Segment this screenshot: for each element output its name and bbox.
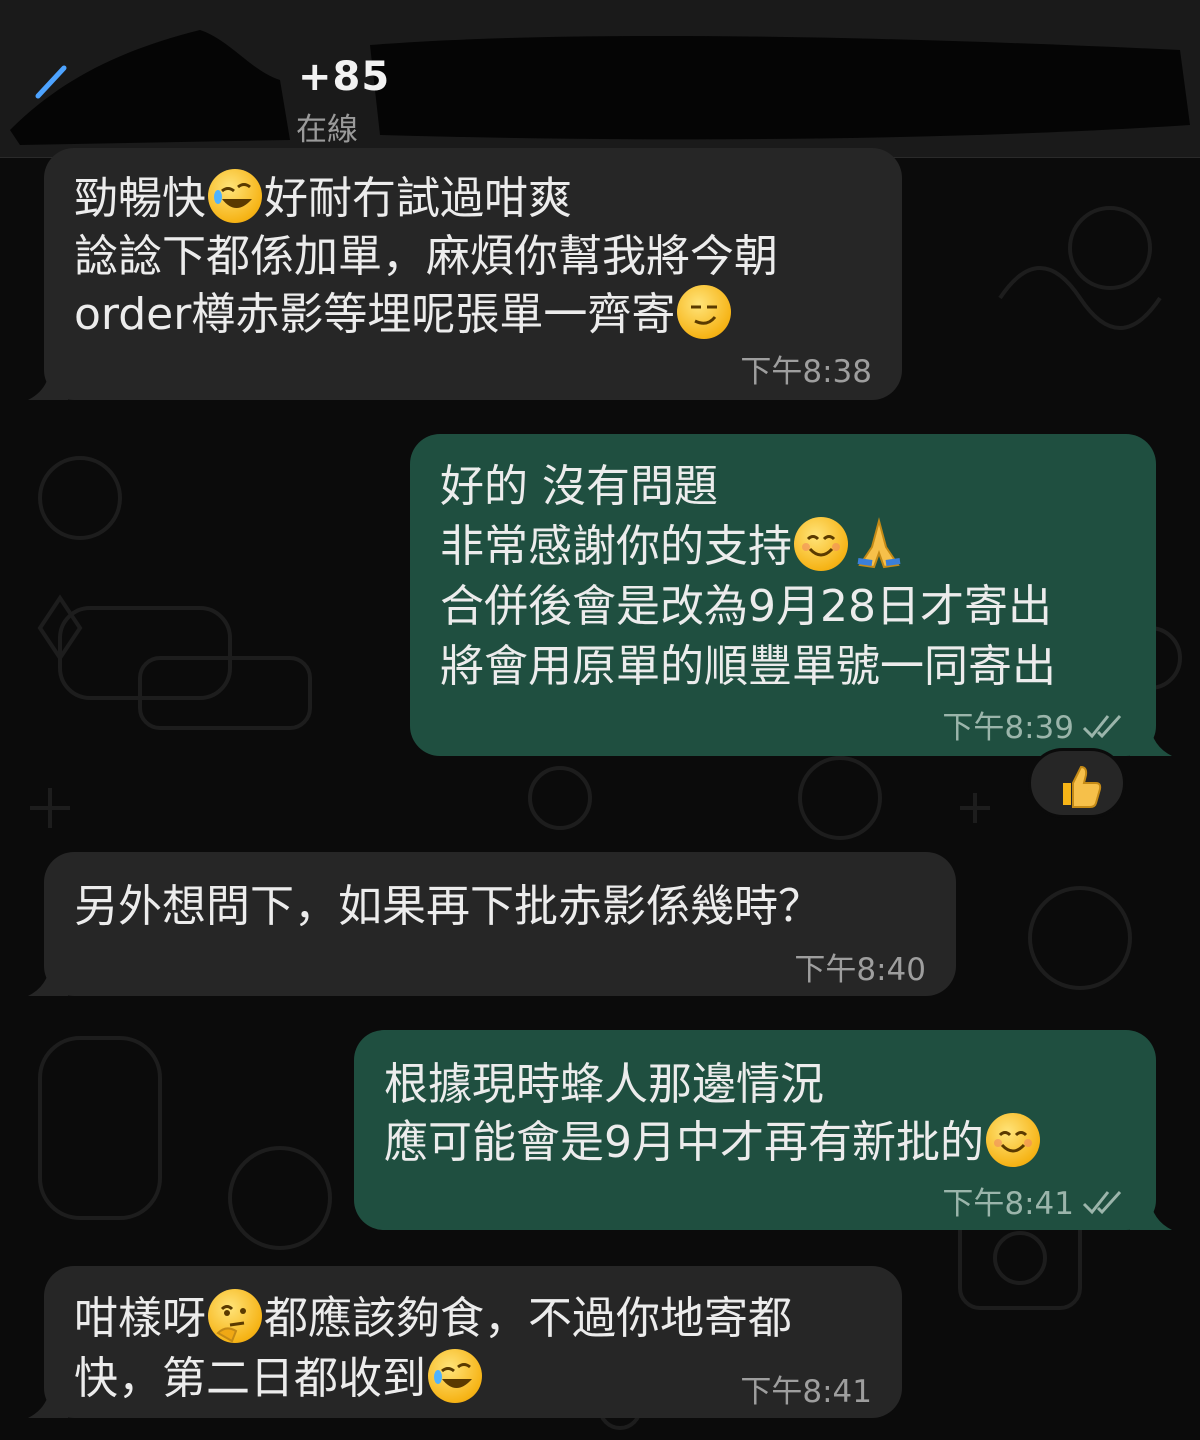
message-text-line: 根據現時蜂人那邊情況 bbox=[384, 1059, 824, 1110]
redaction-scribble bbox=[10, 30, 290, 145]
double-check-icon bbox=[1082, 1190, 1122, 1215]
message-text-line: 應可能會是9月中才再有新批的 bbox=[384, 1106, 1042, 1170]
rolling-laughing-emoji bbox=[428, 1349, 482, 1403]
message-text-line: 勁暢快 好耐冇試過咁爽 bbox=[74, 162, 572, 226]
message-timestamp: 下午8:40 bbox=[794, 952, 926, 988]
contact-status: 在線 bbox=[296, 112, 358, 148]
message-text-line: 快，第二日都收到 bbox=[74, 1342, 484, 1406]
message-reaction[interactable] bbox=[1028, 748, 1126, 818]
message-text-line: 好的 沒有問題 bbox=[440, 461, 718, 512]
contact-name[interactable]: +85 bbox=[298, 54, 390, 100]
redaction-scribble bbox=[370, 35, 1190, 140]
message-text-line: order樽赤影等埋呢張單一齊寄 bbox=[74, 278, 733, 342]
message-text-line: 非常感謝你的支持 bbox=[440, 510, 908, 574]
message-bubble-incoming[interactable]: 勁暢快 好耐冇試過咁爽 諗諗下都係加單，麻煩你幫我將今朝 order樽赤影等埋呢張… bbox=[44, 148, 902, 400]
bubble-tail bbox=[1130, 724, 1172, 756]
message-timestamp: 下午8:39 bbox=[942, 702, 1126, 747]
message-text-line: 咁樣呀 都應該夠食，不過你地寄都 bbox=[74, 1282, 792, 1346]
message-bubble-incoming[interactable]: 另外想問下，如果再下批赤影係幾時？ 下午8:40 bbox=[44, 852, 956, 996]
bubble-tail bbox=[28, 1386, 68, 1418]
message-bubble-outgoing[interactable]: 好的 沒有問題 非常感謝你的支持 合併後會是改為9月28日才寄出 將會用原單的順… bbox=[410, 434, 1156, 756]
smiling-face-emoji bbox=[794, 517, 848, 571]
message-timestamp: 下午8:41 bbox=[942, 1178, 1126, 1223]
thumbs-up-icon bbox=[1063, 765, 1102, 808]
message-bubble-outgoing[interactable]: 根據現時蜂人那邊情況 應可能會是9月中才再有新批的 下午8:41 bbox=[354, 1030, 1156, 1230]
message-text-line: 諗諗下都係加單，麻煩你幫我將今朝 bbox=[74, 231, 778, 282]
bubble-tail bbox=[28, 368, 68, 400]
message-text-line: 合併後會是改為9月28日才寄出 bbox=[440, 581, 1052, 632]
smiling-face-emoji bbox=[986, 1113, 1040, 1167]
thinking-face-emoji bbox=[208, 1289, 262, 1343]
rolling-laughing-emoji bbox=[208, 169, 262, 223]
message-bubble-incoming[interactable]: 咁樣呀 都應該夠食，不過你地寄都 快，第二日都收到 下午8:41 bbox=[44, 1266, 902, 1418]
folded-hands-emoji bbox=[852, 517, 906, 571]
bubble-tail bbox=[1130, 1198, 1172, 1230]
smirk-emoji bbox=[677, 285, 732, 339]
message-timestamp: 下午8:41 bbox=[740, 1374, 872, 1410]
message-text-line: 將會用原單的順豐單號一同寄出 bbox=[440, 641, 1056, 692]
chat-header: +85 在線 bbox=[0, 0, 1200, 158]
double-check-icon bbox=[1082, 714, 1122, 739]
message-timestamp: 下午8:38 bbox=[740, 354, 872, 390]
message-text-line: 另外想問下，如果再下批赤影係幾時？ bbox=[74, 881, 822, 932]
bubble-tail bbox=[28, 964, 68, 996]
